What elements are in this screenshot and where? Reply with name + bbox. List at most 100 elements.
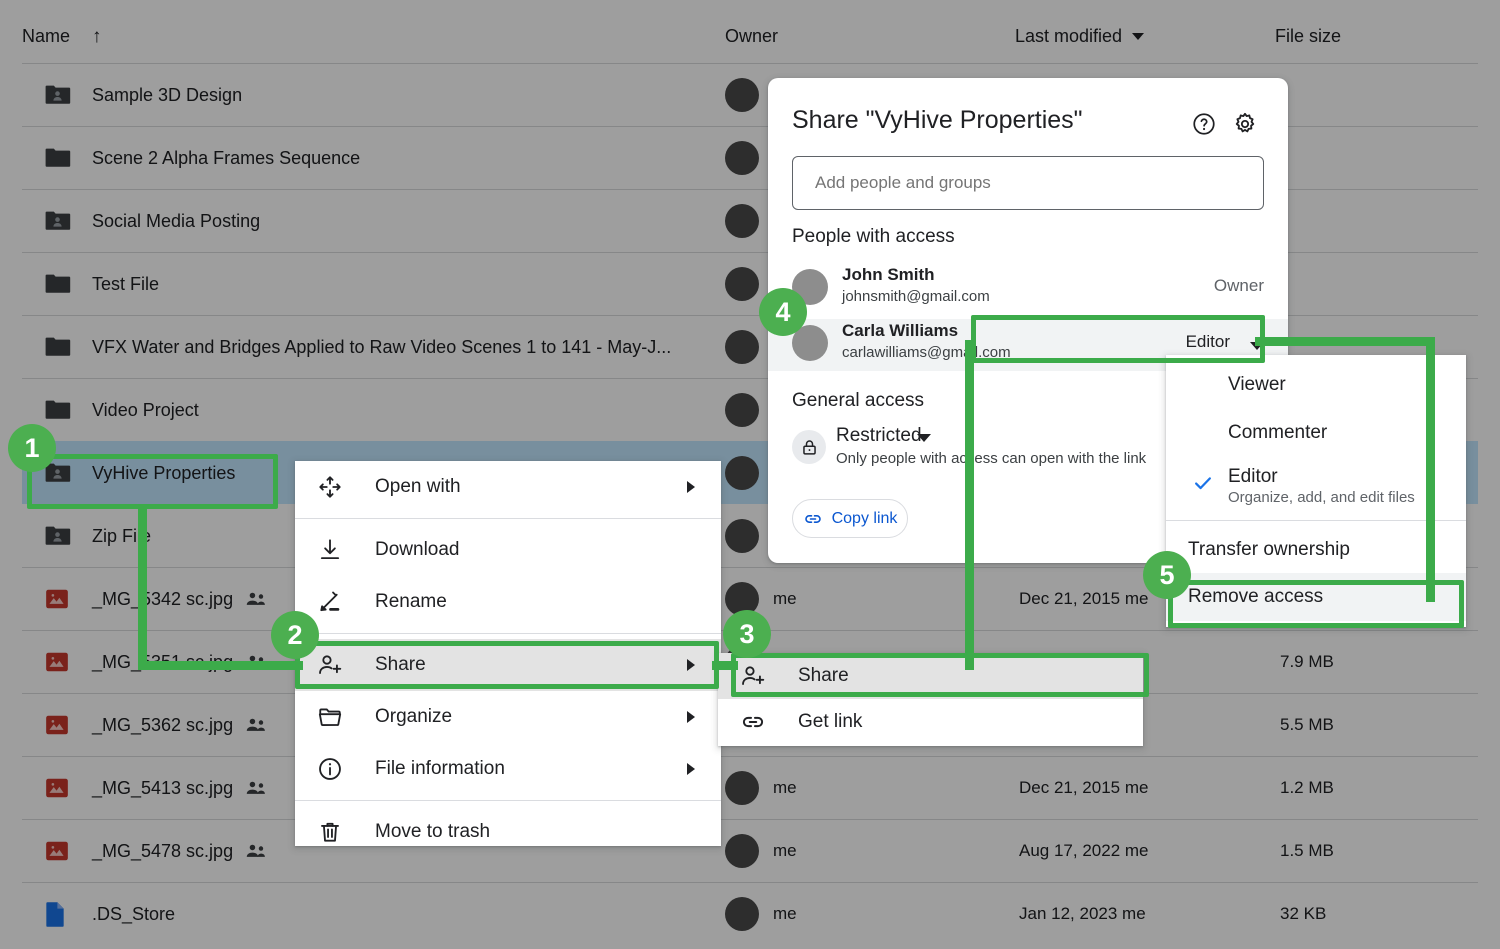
row-name-cell[interactable]: _MG_5362 sc.jpg [44, 712, 267, 738]
person-role-editor[interactable]: Editor [1186, 332, 1230, 352]
chevron-down-icon[interactable] [1250, 342, 1264, 350]
row-name-label: _MG_5362 sc.jpg [92, 715, 233, 736]
row-owner-cell: me [725, 771, 797, 805]
role-item-viewer-label: Viewer [1228, 374, 1286, 396]
row-owner-cell [725, 393, 773, 427]
row-name-cell[interactable]: _MG_5478 sc.jpg [44, 838, 267, 864]
role-dropdown-menu[interactable]: Viewer Commenter Editor Organize, add, a… [1166, 355, 1466, 627]
row-owner-cell [725, 267, 773, 301]
role-item-transfer-ownership-label: Transfer ownership [1188, 539, 1350, 561]
shared-people-icon [245, 843, 267, 859]
chevron-right-icon [687, 711, 695, 723]
row-name-label: _MG_5478 sc.jpg [92, 841, 233, 862]
menu-item-share[interactable]: Share [295, 639, 721, 691]
general-access-value[interactable]: Restricted [836, 425, 922, 447]
menu-item-file-information[interactable]: File information [295, 743, 721, 795]
menu-item-organize[interactable]: Organize [295, 691, 721, 743]
chevron-right-icon [687, 763, 695, 775]
row-name-label: _MG_5351 sc.jpg [92, 652, 233, 673]
avatar [725, 582, 759, 616]
row-name-cell[interactable]: VyHive Properties [44, 460, 235, 486]
row-name-label: Sample 3D Design [92, 85, 242, 106]
role-item-viewer[interactable]: Viewer [1166, 361, 1466, 409]
row-owner-label: me [773, 778, 797, 798]
row-name-cell[interactable]: .DS_Store [44, 901, 175, 927]
share-person-add-icon [740, 663, 766, 689]
row-name-cell[interactable]: VFX Water and Bridges Applied to Raw Vid… [44, 334, 671, 360]
menu-item-rename[interactable]: Rename [295, 576, 721, 628]
menu-item-rename-label: Rename [375, 591, 447, 613]
row-size-cell: 1.5 MB [1280, 841, 1334, 861]
context-menu[interactable]: Open with Download Rename [295, 461, 721, 846]
menu-divider [295, 518, 721, 519]
submenu-item-share[interactable]: Share [718, 653, 1143, 699]
row-owner-cell [725, 519, 773, 553]
add-people-input[interactable] [792, 156, 1264, 210]
menu-divider [1166, 520, 1466, 521]
help-icon[interactable] [1191, 111, 1217, 137]
row-name-cell[interactable]: _MG_5351 sc.jpg [44, 649, 267, 675]
row-name-cell[interactable]: _MG_5413 sc.jpg [44, 775, 267, 801]
general-access-heading: General access [792, 390, 924, 412]
check-icon [1192, 472, 1214, 500]
link-icon [803, 509, 823, 529]
avatar [725, 78, 759, 112]
menu-item-move-to-trash[interactable]: Move to trash [295, 806, 721, 858]
row-name-label: Video Project [92, 400, 199, 421]
row-owner-cell [725, 330, 773, 364]
row-name-label: _MG_5342 sc.jpg [92, 589, 233, 610]
row-owner-cell [725, 141, 773, 175]
avatar [792, 269, 828, 305]
row-name-cell[interactable]: Social Media Posting [44, 208, 260, 234]
row-name-cell[interactable]: Sample 3D Design [44, 82, 242, 108]
role-item-transfer-ownership[interactable]: Transfer ownership [1166, 527, 1466, 573]
row-owner-cell: me [725, 834, 797, 868]
menu-divider [295, 800, 721, 801]
role-item-commenter[interactable]: Commenter [1166, 409, 1466, 457]
table-row[interactable]: .DS_StoremeJan 12, 2023 me32 KB [22, 882, 1478, 945]
column-header-last-modified[interactable]: Last modified [1015, 9, 1144, 63]
shared-people-icon [245, 780, 267, 796]
menu-item-download-label: Download [375, 539, 460, 561]
row-name-cell[interactable]: Test File [44, 271, 159, 297]
role-item-editor[interactable]: Editor Organize, add, and edit files [1166, 457, 1466, 514]
row-name-label: Zip File [92, 526, 151, 547]
shared-people-icon [245, 591, 267, 607]
gear-icon[interactable] [1232, 111, 1258, 137]
table-row[interactable]: _MG_5413 sc.jpgmeDec 21, 2015 me1.2 MB [22, 756, 1478, 819]
link-icon [740, 709, 766, 735]
row-name-cell[interactable]: Scene 2 Alpha Frames Sequence [44, 145, 360, 171]
menu-item-open-with[interactable]: Open with [295, 461, 721, 513]
share-submenu[interactable]: Share Get link [718, 653, 1143, 746]
avatar [725, 771, 759, 805]
row-name-cell[interactable]: _MG_5342 sc.jpg [44, 586, 267, 612]
avatar [725, 267, 759, 301]
avatar [725, 834, 759, 868]
image-icon [44, 775, 72, 801]
folder-icon [44, 397, 72, 423]
person-row-owner[interactable]: John Smith johnsmith@gmail.com Owner [768, 263, 1288, 315]
row-size-cell: 1.2 MB [1280, 778, 1334, 798]
table-row[interactable]: _MG_5478 sc.jpgmeAug 17, 2022 me1.5 MB [22, 819, 1478, 882]
row-name-cell[interactable]: Zip File [44, 523, 151, 549]
person-name: John Smith [842, 265, 935, 285]
chevron-down-icon[interactable] [917, 434, 931, 442]
column-header-file-size[interactable]: File size [1275, 9, 1341, 63]
copy-link-button[interactable]: Copy link [792, 499, 908, 538]
chevron-down-icon[interactable] [1132, 33, 1144, 40]
people-with-access-heading: People with access [792, 226, 955, 248]
row-owner-cell [725, 204, 773, 238]
row-name-cell[interactable]: Video Project [44, 397, 199, 423]
column-header-name[interactable]: Name ↑ [22, 9, 102, 63]
avatar [725, 456, 759, 490]
share-dialog-title: Share "VyHive Properties" [792, 106, 1083, 135]
row-size-cell: 32 KB [1280, 904, 1326, 924]
submenu-item-get-link[interactable]: Get link [718, 699, 1143, 745]
person-email: johnsmith@gmail.com [842, 288, 990, 305]
open-with-icon [317, 474, 343, 500]
menu-item-download[interactable]: Download [295, 524, 721, 576]
avatar [725, 897, 759, 931]
role-item-remove-access[interactable]: Remove access [1166, 573, 1466, 621]
sort-ascending-icon[interactable]: ↑ [92, 27, 102, 46]
column-header-owner[interactable]: Owner [725, 9, 778, 63]
